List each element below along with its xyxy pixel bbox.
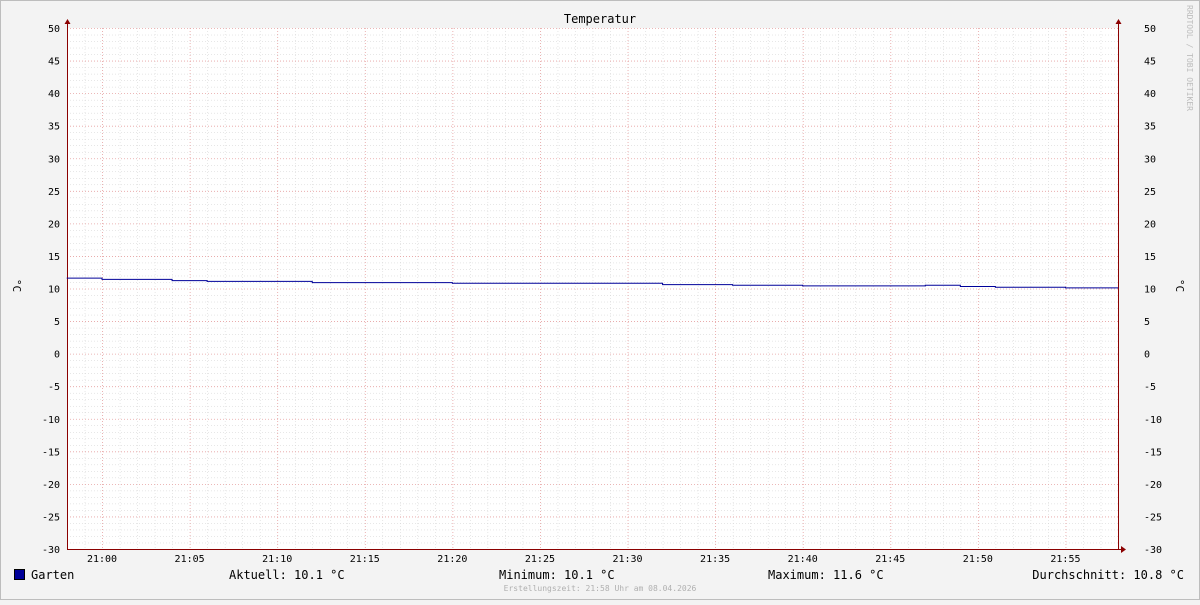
y-tick-label-left: 30: [48, 154, 60, 165]
rrdtool-watermark: RRDTOOL / TOBI OETIKER: [1185, 5, 1194, 111]
y-tick-label-left: 45: [48, 57, 60, 68]
legend-item-garten: Garten: [14, 568, 74, 582]
creation-time: Erstellungszeit: 21:58 Uhr am 08.04.2026: [503, 584, 697, 593]
series-point: [311, 282, 313, 284]
y-tick-label-right: -5: [1144, 382, 1156, 393]
y-tick-label-right: -20: [1144, 480, 1162, 491]
y-tick-label-right: 20: [1144, 219, 1156, 230]
y-tick-label-left: 0: [54, 350, 60, 361]
y-tick-label-left: -30: [42, 545, 60, 556]
y-tick-label-right: 15: [1144, 252, 1156, 263]
series-point: [994, 286, 996, 288]
series-point: [66, 277, 68, 279]
y-tick-label-right: -15: [1144, 447, 1162, 458]
legend-swatch: [14, 569, 25, 580]
legend-average: Durchschnitt: 10.8 °C: [1032, 568, 1184, 582]
y-tick-label-left: -20: [42, 480, 60, 491]
series-point: [732, 284, 734, 286]
chart-title: Temperatur: [564, 12, 636, 26]
y-tick-label-left: 15: [48, 252, 60, 263]
y-axis-right-arrow: [1115, 19, 1122, 24]
legend: Garten Aktuell: 10.1 °C Minimum: 10.1 °C…: [0, 564, 1200, 586]
y-tick-label-right: 10: [1144, 285, 1156, 296]
y-tick-label-right: 45: [1144, 57, 1156, 68]
y-tick-label-right: 0: [1144, 350, 1150, 361]
series-point: [1065, 287, 1066, 289]
legend-current: Aktuell: 10.1 °C: [229, 568, 345, 582]
y-axis-label-left: °C: [10, 279, 23, 292]
series-point: [802, 285, 804, 287]
legend-maximum: Maximum: 11.6 °C: [768, 568, 884, 582]
y-tick-label-left: 5: [54, 317, 60, 328]
y-tick-label-left: 40: [48, 89, 60, 100]
y-tick-label-left: 50: [48, 24, 60, 35]
y-tick-label-right: -30: [1144, 545, 1162, 556]
y-tick-label-left: -25: [42, 512, 60, 523]
series-point: [451, 282, 453, 284]
y-tick-label-right: 40: [1144, 89, 1156, 100]
y-tick-label-left: -10: [42, 415, 60, 426]
y-tick-label-left: 10: [48, 285, 60, 296]
rrd-graph: 50 50 45 45 40 40 35 35 30 30 25 25 20 20 15 15 10 10 5 5 0 0…: [0, 0, 1200, 600]
series-point: [171, 280, 173, 282]
y-tick-label-right: 30: [1144, 154, 1156, 165]
y-tick-label-right: 35: [1144, 122, 1156, 133]
chart-canvas: 50 5045 4540 4035 3530 3025 2520 2015 1510 105 50 0…: [0, 0, 1200, 600]
y-tick-label-right: 5: [1144, 317, 1150, 328]
y-tick-label-left: 35: [48, 122, 60, 133]
y-tick-label-left: 25: [48, 187, 60, 198]
series-point: [924, 284, 926, 286]
series-point: [662, 284, 663, 285]
series-point: [206, 280, 208, 282]
legend-series-name: Garten: [31, 568, 75, 582]
y-tick-label-left: -15: [42, 447, 60, 458]
y-axis-left-arrow: [64, 19, 71, 24]
legend-minimum: Minimum: 10.1 °C: [499, 568, 615, 582]
series-point: [1117, 287, 1119, 289]
y-axis-label-right: °C: [1173, 279, 1186, 292]
y-tick-label-left: -5: [48, 382, 60, 393]
series-point: [959, 286, 961, 287]
y-tick-label-left: 20: [48, 219, 60, 230]
plot-area: [67, 28, 1118, 549]
x-axis-arrow: [1121, 546, 1126, 553]
y-tick-label-right: 50: [1144, 24, 1156, 35]
y-tick-label-right: -10: [1144, 415, 1162, 426]
y-tick-label-right: -25: [1144, 512, 1162, 523]
series-point: [101, 278, 103, 280]
y-tick-label-right: 25: [1144, 187, 1156, 198]
